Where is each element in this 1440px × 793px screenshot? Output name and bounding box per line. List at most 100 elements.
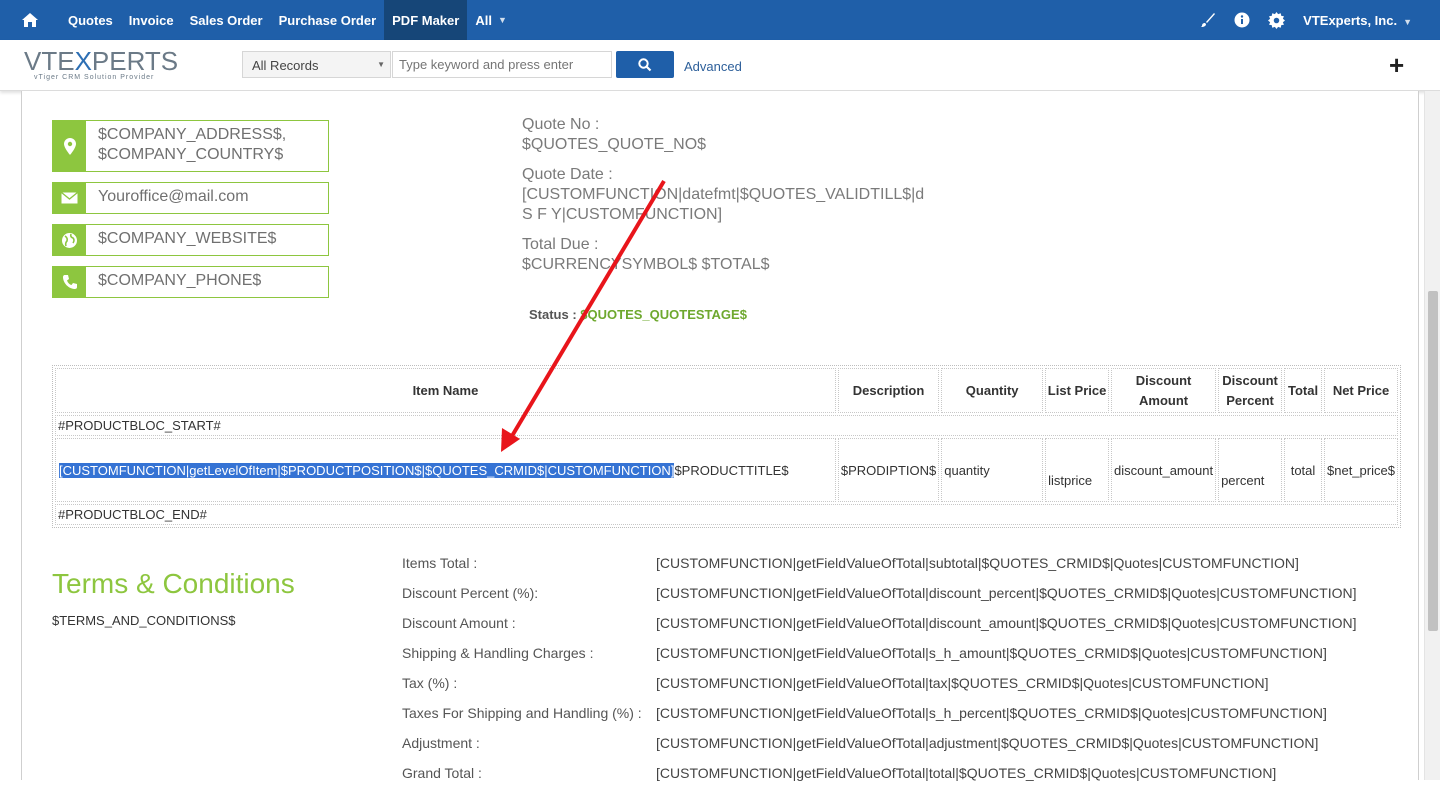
totals-value: [CUSTOMFUNCTION|getFieldValueOfTotal|sub…	[656, 555, 1299, 571]
total-due-label: Total Due :	[522, 236, 599, 253]
totals-label: Taxes For Shipping and Handling (%) :	[402, 705, 642, 721]
col-item-name: Item Name	[55, 368, 836, 413]
list-price-cell[interactable]: listprice	[1045, 438, 1110, 502]
bloc-start-cell[interactable]: #PRODUCTBLOC_START#	[55, 415, 1398, 436]
company-address-line: $COMPANY_ADDRESS$,	[98, 126, 287, 143]
email-box: Youroffice@mail.com	[52, 182, 329, 214]
totals-row: Adjustment : [CUSTOMFUNCTION|getFieldValu…	[402, 733, 1392, 763]
nav-quotes[interactable]: Quotes	[60, 0, 121, 40]
quote-date-label: Quote Date :	[522, 166, 613, 183]
records-filter-select[interactable]: All Records ▼	[242, 51, 391, 78]
advanced-search-link[interactable]: Advanced	[684, 59, 742, 74]
totals-value: [CUSTOMFUNCTION|getFieldValueOfTotal|s_h…	[656, 645, 1327, 661]
table-header-row: Item Name Description Quantity List Pric…	[55, 368, 1398, 413]
chevron-down-icon: ▼	[497, 15, 507, 25]
nav-all[interactable]: All ▼	[467, 0, 515, 40]
totals-row: Tax (%) : [CUSTOMFUNCTION|getFieldValueOf…	[402, 673, 1392, 703]
totals-label: Discount Amount :	[402, 615, 516, 631]
status-line: Status : $QUOTES_QUOTESTAGE$	[529, 307, 747, 322]
status-value: $QUOTES_QUOTESTAGE$	[580, 307, 747, 322]
chevron-down-icon: ▼	[1403, 16, 1412, 27]
table-row: [CUSTOMFUNCTION|getLevelOfItem|$PRODUCTP…	[55, 438, 1398, 502]
net-price-cell[interactable]: $net_price$	[1324, 438, 1398, 502]
quote-no-label: Quote No :	[522, 116, 600, 133]
bloc-end-cell[interactable]: #PRODUCTBLOC_END#	[55, 504, 1398, 525]
quote-date-value-cont: S F Y|CUSTOMFUNCTION]	[522, 206, 723, 223]
col-discount-percent: Discount Percent	[1218, 368, 1283, 413]
address-box: $COMPANY_ADDRESS$, $COMPANY_COUNTRY$	[52, 120, 329, 172]
nav-sales-order[interactable]: Sales Order	[182, 0, 271, 40]
user-name: VTExperts, Inc.	[1303, 12, 1398, 28]
nav-all-label: All	[475, 12, 492, 28]
company-phone: $COMPANY_PHONE$	[98, 272, 262, 289]
totals-label: Discount Percent (%):	[402, 585, 539, 601]
totals-label: Adjustment :	[402, 735, 480, 751]
totals-row: Discount Amount : [CUSTOMFUNCTION|getFiel…	[402, 613, 1392, 643]
records-filter-value: All Records	[252, 58, 319, 73]
table-row: #PRODUCTBLOC_END#	[55, 504, 1398, 525]
totals-value: [CUSTOMFUNCTION|getFieldValueOfTotal|tax…	[656, 675, 1269, 691]
map-pin-icon	[53, 121, 86, 171]
totals-label: Shipping & Handling Charges :	[402, 645, 594, 661]
search-icon	[638, 57, 652, 71]
discount-percent-cell[interactable]: percent	[1218, 438, 1283, 502]
totals-row: Taxes For Shipping and Handling (%) : [CU…	[402, 703, 1392, 733]
totals-value: [CUSTOMFUNCTION|getFieldValueOfTotal|adj…	[656, 735, 1319, 751]
user-menu[interactable]: VTExperts, Inc. ▼	[1293, 13, 1440, 28]
quote-number-block: Quote No : $QUOTES_QUOTE_NO$	[522, 115, 706, 155]
company-logo[interactable]: VTEXPERTS vTiger CRM Solution Provider	[24, 46, 184, 86]
quote-date-value: [CUSTOMFUNCTION|datefmt|$QUOTES_VALIDTIL…	[522, 186, 925, 203]
company-country-line: $COMPANY_COUNTRY$	[98, 146, 284, 163]
totals-value: [CUSTOMFUNCTION|getFieldValueOfTotal|s_h…	[656, 705, 1327, 721]
total-due-value: $CURRENCYSYMBOL$ $TOTAL$	[522, 256, 770, 273]
totals-list: Items Total : [CUSTOMFUNCTION|getFieldVal…	[402, 553, 1392, 793]
gear-icon[interactable]	[1259, 0, 1293, 40]
description-cell[interactable]: $PRODIPTION$	[837, 438, 940, 502]
totals-row: Grand Total : [CUSTOMFUNCTION|getFieldVal…	[402, 763, 1392, 793]
logo-wordmark: VTEXPERTS	[24, 46, 184, 77]
terms-title: Terms & Conditions	[52, 568, 295, 599]
scrollbar-thumb[interactable]	[1428, 291, 1438, 631]
globe-icon	[53, 225, 86, 255]
selected-text[interactable]: [CUSTOMFUNCTION|getLevelOfItem|$PRODUCTP…	[59, 462, 675, 478]
totals-row: Discount Percent (%): [CUSTOMFUNCTION|get…	[402, 583, 1392, 613]
quote-date-block: Quote Date : [CUSTOMFUNCTION|datefmt|$QU…	[522, 165, 924, 225]
search-button[interactable]	[616, 51, 674, 78]
table-row: #PRODUCTBLOC_START#	[55, 415, 1398, 436]
envelope-icon	[53, 183, 86, 213]
search-input[interactable]	[392, 51, 612, 78]
company-address: $COMPANY_ADDRESS$, $COMPANY_COUNTRY$	[86, 121, 298, 171]
totals-label: Grand Total :	[402, 765, 482, 781]
col-description: Description	[837, 368, 940, 413]
terms-text: $TERMS_AND_CONDITIONS$	[52, 613, 236, 628]
total-cell[interactable]: total	[1284, 438, 1322, 502]
search-bar: VTEXPERTS vTiger CRM Solution Provider A…	[0, 40, 1440, 91]
status-label: Status :	[529, 307, 577, 322]
brush-icon[interactable]	[1191, 0, 1225, 40]
item-name-cell[interactable]: [CUSTOMFUNCTION|getLevelOfItem|$PRODUCTP…	[55, 438, 836, 502]
company-email: Youroffice@mail.com	[98, 188, 249, 205]
chevron-down-icon: ▼	[377, 60, 385, 69]
add-icon[interactable]: +	[1389, 52, 1404, 78]
nav-pdf-maker[interactable]: PDF Maker	[384, 0, 468, 40]
totals-label: Items Total :	[402, 555, 478, 571]
phone-box: $COMPANY_PHONE$	[52, 266, 329, 298]
vertical-scrollbar[interactable]	[1424, 91, 1440, 780]
product-title: $PRODUCTTITLE$	[674, 462, 789, 478]
discount-amount-cell[interactable]: discount_amount	[1111, 438, 1217, 502]
company-website: $COMPANY_WEBSITE$	[98, 230, 277, 247]
nav-purchase-order[interactable]: Purchase Order	[271, 0, 385, 40]
col-total: Total	[1284, 368, 1322, 413]
totals-value: [CUSTOMFUNCTION|getFieldValueOfTotal|dis…	[656, 585, 1357, 601]
logo-part1: VTE	[24, 46, 75, 76]
home-icon[interactable]	[0, 0, 60, 40]
info-icon[interactable]	[1225, 0, 1259, 40]
totals-row: Shipping & Handling Charges : [CUSTOMFUNC…	[402, 643, 1392, 673]
totals-value: [CUSTOMFUNCTION|getFieldValueOfTotal|tot…	[656, 765, 1277, 781]
totals-row: Items Total : [CUSTOMFUNCTION|getFieldVal…	[402, 553, 1392, 583]
quantity-cell[interactable]: quantity	[941, 438, 1044, 502]
quote-no-value: $QUOTES_QUOTE_NO$	[522, 136, 707, 153]
top-nav: Quotes Invoice Sales Order Purchase Orde…	[0, 0, 1440, 40]
logo-part3: PERTS	[91, 46, 179, 76]
nav-invoice[interactable]: Invoice	[121, 0, 182, 40]
